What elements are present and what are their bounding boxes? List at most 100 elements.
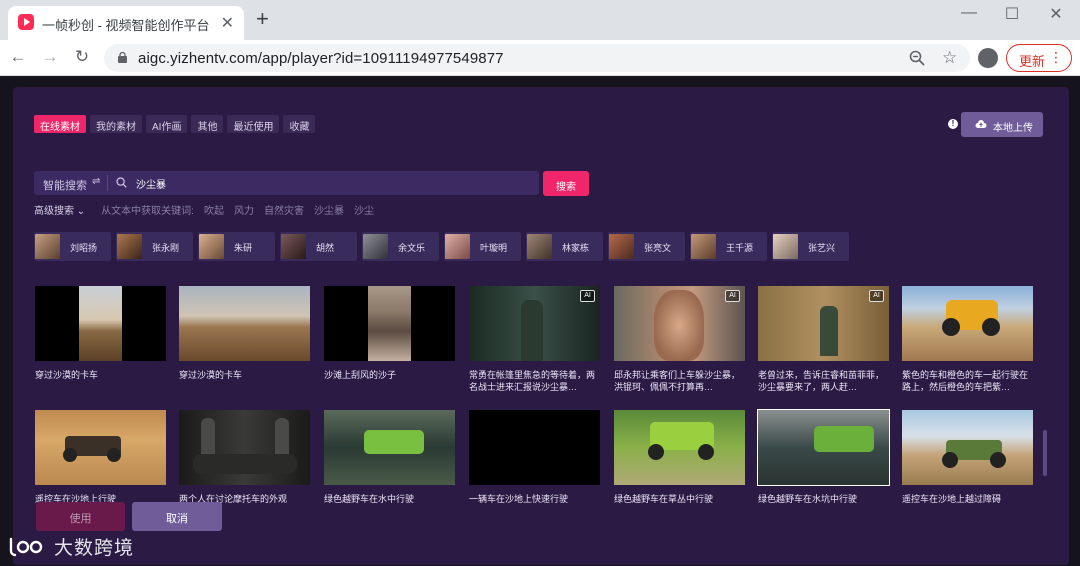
video-card[interactable]: AI 邱永邦让乘客们上车躲沙尘暴，洪锟珂、佩佩不打算再… (614, 286, 745, 393)
address-bar[interactable]: aigc.yizhentv.com/app/player?id=10911194… (104, 44, 970, 72)
source-tabs: 在线素材 我的素材 AI作画 其他 最近使用 收藏 (34, 115, 316, 133)
person-filter-row: 刘昭扬 张永刚 朱研 胡然 余文乐 叶璇明 林家栋 张亮文 王千源 张艺兴 (34, 232, 849, 261)
menu-dots-icon: ⋮ (1049, 49, 1063, 65)
tab-other[interactable]: 其他 (191, 115, 224, 133)
scrollbar[interactable] (1043, 430, 1047, 476)
video-thumbnail: AI (614, 286, 745, 361)
video-caption: 沙滩上刮风的沙子 (324, 370, 397, 380)
video-card[interactable]: 沙滩上刮风的沙子 (324, 286, 455, 393)
local-upload-button[interactable]: 本地上传 (961, 112, 1043, 137)
upload-label: 本地上传 (993, 123, 1033, 134)
watermark-logo-icon (9, 537, 43, 557)
keyword-hint: 从文本中获取关键词: (101, 205, 194, 217)
video-thumbnail (902, 286, 1033, 361)
video-card[interactable]: 绿色越野车在水中行驶 (324, 410, 455, 517)
person-chip[interactable]: 张永刚 (116, 232, 193, 261)
switch-mode-icon[interactable]: ⇌ (92, 176, 100, 187)
new-tab-icon[interactable]: + (256, 8, 269, 30)
video-thumbnail: AI (469, 286, 600, 361)
search-bar: 智能搜索 ⇌ (34, 171, 539, 195)
search-input[interactable] (136, 174, 526, 192)
video-card[interactable]: AI 老曾过来，告诉庄睿和苗菲菲，沙尘暴要来了，两人赶… (758, 286, 889, 393)
video-card[interactable]: 绿色越野车在草丛中行驶 (614, 410, 745, 517)
window-close-icon[interactable]: ✕ (1041, 4, 1071, 24)
zoom-icon[interactable] (908, 49, 926, 67)
person-chip[interactable]: 张艺兴 (772, 232, 849, 261)
cancel-button[interactable]: 取消 (132, 502, 222, 531)
update-button[interactable]: 更新 ⋮ (1006, 44, 1072, 72)
reload-icon[interactable]: ↻ (70, 47, 94, 67)
video-caption: 一辆车在沙地上快速行驶 (469, 494, 569, 504)
avatar (527, 234, 552, 259)
video-thumbnail: AI (758, 286, 889, 361)
tab-favorites[interactable]: 收藏 (283, 115, 316, 133)
person-name: 张艺兴 (808, 243, 836, 253)
keyword-chip[interactable]: 自然灾害 (264, 202, 304, 217)
back-icon[interactable]: ← (6, 47, 30, 67)
video-thumbnail (35, 286, 166, 361)
watermark: 大数跨境 (8, 533, 134, 559)
search-mode-label[interactable]: 智能搜索 (43, 177, 87, 193)
video-card[interactable]: 两个人在讨论摩托车的外观 (179, 410, 310, 517)
person-chip[interactable]: 余文乐 (362, 232, 439, 261)
cloud-upload-icon (975, 120, 987, 128)
person-chip[interactable]: 林家栋 (526, 232, 603, 261)
search-button[interactable]: 搜索 (543, 171, 589, 196)
tab-my-material[interactable]: 我的素材 (90, 115, 142, 133)
video-card[interactable]: 一辆车在沙地上快速行驶 (469, 410, 600, 517)
video-card[interactable]: AI 常勇在帐篷里焦急的等待着，两名战士进来汇报说沙尘暴… (469, 286, 600, 393)
advanced-search-toggle[interactable]: 高级搜索 ⌄ (34, 202, 85, 217)
browser-toolbar: ← → ↻ aigc.yizhentv.com/app/player?id=10… (0, 40, 1080, 76)
video-thumbnail (614, 410, 745, 485)
video-card[interactable]: 遥控车在沙地上越过障碍 (902, 410, 1033, 517)
video-card[interactable]: 遥控车在沙地上行驶 (35, 410, 166, 517)
video-caption: 绿色越野车在水坑中行驶 (758, 494, 858, 504)
person-chip[interactable]: 王千源 (690, 232, 767, 261)
browser-tab[interactable]: 一帧秒创 - 视频智能创作平台 - A ✕ (8, 6, 244, 40)
tab-title: 一帧秒创 - 视频智能创作平台 - A (42, 18, 212, 33)
avatar (281, 234, 306, 259)
video-caption: 老曾过来，告诉庄睿和苗菲菲，沙尘暴要来了，两人赶… (758, 370, 885, 392)
keyword-chip[interactable]: 沙尘 (354, 202, 374, 217)
search-icon (116, 177, 127, 188)
video-caption: 常勇在帐篷里焦急的等待着，两名战士进来汇报说沙尘暴… (469, 370, 596, 392)
tab-recent[interactable]: 最近使用 (227, 115, 280, 133)
video-thumbnail (179, 410, 310, 485)
minimize-icon[interactable]: — (954, 4, 984, 22)
video-caption: 穿过沙漠的卡车 (179, 370, 243, 380)
video-thumbnail (757, 409, 890, 486)
person-chip[interactable]: 刘昭扬 (34, 232, 111, 261)
avatar (609, 234, 634, 259)
ai-badge-icon: AI (580, 290, 595, 302)
person-name: 张亮文 (644, 243, 672, 253)
avatar (199, 234, 224, 259)
person-chip[interactable]: 叶璇明 (444, 232, 521, 261)
watermark-text: 大数跨境 (54, 537, 135, 559)
browser-tabbar: 一帧秒创 - 视频智能创作平台 - A ✕ + — ☐ ✕ (0, 0, 1080, 40)
video-card[interactable]: 穿过沙漠的卡车 (35, 286, 166, 393)
info-icon[interactable]: ! (948, 119, 958, 129)
video-card[interactable]: 绿色越野车在水坑中行驶 (757, 409, 890, 517)
person-name: 朱研 (234, 243, 253, 253)
keyword-chip[interactable]: 风力 (234, 202, 254, 217)
keyword-chip[interactable]: 吹起 (204, 202, 224, 217)
video-caption: 绿色越野车在水中行驶 (324, 494, 415, 504)
profile-avatar-icon[interactable] (978, 48, 998, 68)
person-chip[interactable]: 张亮文 (608, 232, 685, 261)
person-chip[interactable]: 朱研 (198, 232, 275, 261)
bookmark-star-icon[interactable]: ☆ (942, 48, 957, 68)
video-card[interactable]: 穿过沙漠的卡车 (179, 286, 310, 393)
avatar (773, 234, 798, 259)
maximize-icon[interactable]: ☐ (997, 4, 1027, 24)
use-button[interactable]: 使用 (36, 502, 125, 531)
video-card[interactable]: 紫色的车和橙色的车一起行驶在路上，然后橙色的车把紫… (902, 286, 1033, 393)
video-thumbnail (324, 286, 455, 361)
avatar (363, 234, 388, 259)
divider (107, 175, 108, 191)
person-chip[interactable]: 胡然 (280, 232, 357, 261)
tab-close-icon[interactable]: ✕ (221, 13, 234, 33)
forward-icon[interactable]: → (38, 47, 62, 67)
tab-online-material[interactable]: 在线素材 (34, 115, 86, 133)
keyword-chip[interactable]: 沙尘暴 (314, 202, 344, 217)
tab-ai-painting[interactable]: AI作画 (146, 115, 188, 133)
